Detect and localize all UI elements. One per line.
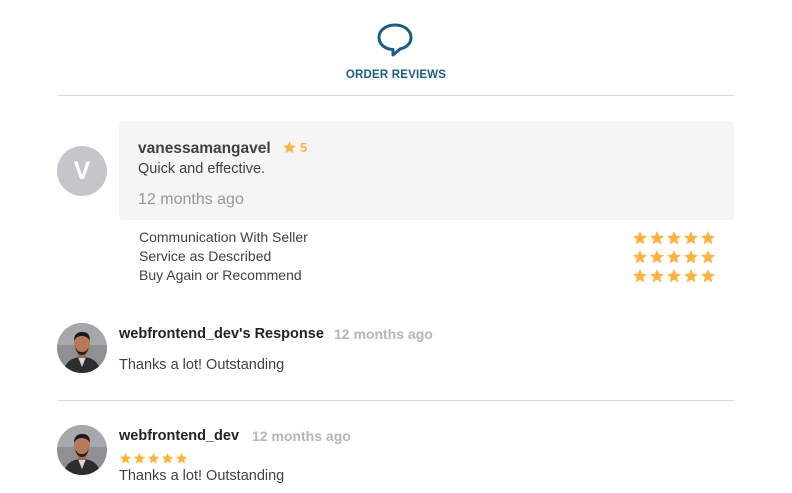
avatar[interactable] [57, 425, 107, 475]
response-author[interactable]: webfrontend_dev's Response [119, 326, 324, 342]
star-icon [684, 269, 698, 283]
star-icon [667, 250, 681, 264]
seller-review: webfrontend_dev 12 months ago Thanks a l… [57, 425, 734, 493]
breakdown-row: Buy Again or Recommend [139, 266, 716, 285]
breakdown-stars [632, 249, 716, 265]
star-icon [650, 250, 664, 264]
rating-value: 5 [300, 140, 308, 155]
star-icon [667, 231, 681, 245]
seller-photo [57, 323, 107, 373]
review-stars [119, 452, 188, 465]
avatar[interactable] [57, 323, 107, 373]
divider [57, 400, 734, 401]
breakdown-label: Service as Described [139, 248, 272, 264]
star-icon [283, 141, 296, 154]
breakdown-label: Buy Again or Recommend [139, 267, 302, 283]
response-time: 12 months ago [334, 326, 433, 342]
star-icon [684, 231, 698, 245]
breakdown-stars [632, 230, 716, 246]
review-time: 12 months ago [252, 428, 351, 444]
star-icon [161, 452, 174, 464]
reviewer-username[interactable]: vanessamangavel [138, 140, 271, 158]
response-text: Thanks a lot! Outstanding [119, 357, 285, 373]
overall-rating: 5 [282, 140, 307, 155]
review-card: vanessamangavel 5 Quick and effective. 1… [119, 121, 734, 220]
breakdown-label: Communication With Seller [139, 229, 308, 245]
star-icon [667, 269, 681, 283]
star-icon [701, 231, 715, 245]
star-icon [650, 269, 664, 283]
seller-response: webfrontend_dev's Response 12 months ago… [57, 323, 734, 383]
seller-photo [57, 425, 107, 475]
breakdown-row: Service as Described [139, 247, 716, 266]
breakdown-row: Communication With Seller [139, 228, 716, 247]
review-text: Thanks a lot! Outstanding [119, 468, 285, 484]
page-title: ORDER REVIEWS [345, 69, 447, 81]
breakdown-stars [632, 268, 716, 284]
star-icon [701, 269, 715, 283]
star-icon [147, 452, 160, 464]
chat-bubble-icon [377, 23, 413, 57]
star-icon [650, 231, 664, 245]
reviewer-name[interactable]: webfrontend_dev [119, 428, 239, 444]
review-comment: Quick and effective. [138, 161, 266, 177]
star-icon [684, 250, 698, 264]
reviews-header: ORDER REVIEWS [0, 0, 792, 96]
star-icon [133, 452, 146, 464]
avatar[interactable]: V [57, 146, 107, 196]
divider [57, 95, 734, 96]
star-icon [633, 231, 647, 245]
star-icon [175, 452, 188, 464]
star-icon [119, 452, 132, 464]
rating-breakdown: Communication With Seller Service as Des… [139, 228, 716, 285]
star-icon [701, 250, 715, 264]
review-time: 12 months ago [138, 191, 244, 208]
star-icon [633, 269, 647, 283]
star-icon [633, 250, 647, 264]
